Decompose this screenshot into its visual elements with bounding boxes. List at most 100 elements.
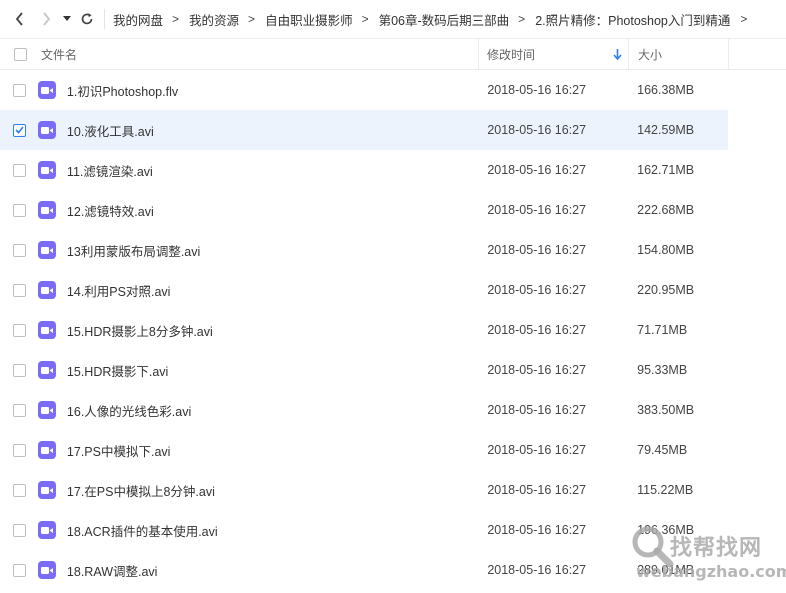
file-name[interactable]: 17.在PS中模拟上8分钟.avi (67, 481, 478, 500)
file-row[interactable]: 18.RAW调整.avi 2018-05-16 16:27 289.01MB (0, 550, 728, 590)
file-row[interactable]: 17.在PS中模拟上8分钟.avi 2018-05-16 16:27 115.2… (0, 470, 728, 510)
row-checkbox[interactable] (13, 123, 27, 137)
breadcrumb-separator: > (518, 12, 526, 26)
row-checkbox[interactable] (13, 483, 27, 497)
sort-descending-icon (613, 48, 622, 60)
chevron-right-icon (43, 12, 51, 26)
row-checkbox[interactable] (13, 563, 27, 577)
breadcrumb-item-current[interactable]: 2.照片精修：Photoshop入门到精通 (535, 10, 730, 29)
file-name[interactable]: 16.人像的光线色彩.avi (67, 401, 478, 420)
row-checkbox[interactable] (13, 83, 27, 97)
file-name[interactable]: 15.HDR摄影上8分多钟.avi (67, 321, 478, 340)
file-modified: 2018-05-16 16:27 (487, 483, 587, 497)
row-checkbox[interactable] (13, 363, 27, 377)
toolbar: 我的网盘 > 我的资源 > 自由职业摄影师 > 第06章-数码后期三部曲 > 2… (0, 0, 786, 38)
video-file-icon (37, 401, 56, 419)
file-name[interactable]: 18.ACR插件的基本使用.avi (67, 521, 478, 540)
file-modified: 2018-05-16 16:27 (487, 123, 587, 137)
row-checkbox-cell (0, 203, 38, 217)
file-size: 383.50MB (637, 403, 695, 417)
row-checkbox[interactable] (13, 203, 27, 217)
history-dropdown-button[interactable] (58, 0, 76, 38)
file-modified: 2018-05-16 16:27 (487, 563, 587, 577)
file-name[interactable]: 1.初识Photoshop.flv (67, 81, 478, 100)
file-modified: 2018-05-16 16:27 (487, 203, 587, 217)
breadcrumb-separator: > (248, 12, 256, 26)
file-modified: 2018-05-16 16:27 (487, 443, 587, 457)
file-size: 142.59MB (637, 123, 695, 137)
file-list: 1.初识Photoshop.flv 2018-05-16 16:27 166.3… (0, 70, 786, 590)
file-modified: 2018-05-16 16:27 (487, 523, 587, 537)
file-modified: 2018-05-16 16:27 (487, 243, 587, 257)
column-header-modified-label: 修改时间 (487, 47, 536, 62)
row-checkbox-cell (0, 83, 38, 97)
file-modified: 2018-05-16 16:27 (487, 363, 587, 377)
row-checkbox[interactable] (13, 523, 27, 537)
file-size: 196.36MB (637, 523, 695, 537)
file-name[interactable]: 18.RAW调整.avi (67, 561, 478, 580)
breadcrumb-item[interactable]: 第06章-数码后期三部曲 (379, 10, 510, 29)
select-all-column (0, 39, 38, 69)
file-modified: 2018-05-16 16:27 (487, 403, 587, 417)
file-modified: 2018-05-16 16:27 (487, 83, 587, 97)
video-file-icon (37, 161, 56, 179)
column-header-modified[interactable]: 修改时间 (479, 39, 629, 69)
file-row[interactable]: 14.利用PS对照.avi 2018-05-16 16:27 220.95MB (0, 270, 728, 310)
chevron-left-icon (15, 12, 23, 26)
file-row[interactable]: 11.滤镜渲染.avi 2018-05-16 16:27 162.71MB (0, 150, 728, 190)
column-header-size[interactable]: 大小 (629, 39, 729, 69)
breadcrumb-item[interactable]: 我的网盘 (113, 10, 163, 29)
column-header-size-label: 大小 (638, 47, 663, 62)
file-row[interactable]: 13利用蒙版布局调整.avi 2018-05-16 16:27 154.80MB (0, 230, 728, 270)
file-size: 95.33MB (637, 363, 688, 377)
row-checkbox-cell (0, 523, 38, 537)
file-row[interactable]: 10.液化工具.avi 2018-05-16 16:27 142.59MB (0, 110, 728, 150)
file-name[interactable]: 10.液化工具.avi (67, 121, 478, 140)
file-name[interactable]: 15.HDR摄影下.avi (67, 361, 478, 380)
video-file-icon (37, 201, 56, 219)
row-checkbox-cell (0, 563, 38, 577)
video-file-icon (37, 561, 56, 579)
column-header-name[interactable]: 文件名 (38, 39, 479, 69)
row-checkbox[interactable] (13, 243, 27, 257)
row-checkbox-cell (0, 283, 38, 297)
file-name[interactable]: 13利用蒙版布局调整.avi (67, 241, 478, 260)
video-file-icon (37, 81, 56, 99)
breadcrumb: 我的网盘 > 我的资源 > 自由职业摄影师 > 第06章-数码后期三部曲 > 2… (113, 10, 747, 29)
video-file-icon (37, 481, 56, 499)
breadcrumb-item[interactable]: 我的资源 (189, 10, 239, 29)
file-row[interactable]: 15.HDR摄影上8分多钟.avi 2018-05-16 16:27 71.71… (0, 310, 728, 350)
row-checkbox[interactable] (13, 163, 27, 177)
file-size: 166.38MB (637, 83, 695, 97)
file-row[interactable]: 12.滤镜特效.avi 2018-05-16 16:27 222.68MB (0, 190, 728, 230)
back-button[interactable] (8, 0, 32, 38)
file-row[interactable]: 17.PS中模拟下.avi 2018-05-16 16:27 79.45MB (0, 430, 728, 470)
row-checkbox[interactable] (13, 403, 27, 417)
file-size: 162.71MB (637, 163, 695, 177)
row-checkbox[interactable] (13, 283, 27, 297)
breadcrumb-item[interactable]: 自由职业摄影师 (265, 10, 353, 29)
forward-button[interactable] (34, 0, 58, 38)
breadcrumb-more-button[interactable]: > (740, 12, 747, 26)
file-row[interactable]: 1.初识Photoshop.flv 2018-05-16 16:27 166.3… (0, 70, 728, 110)
breadcrumb-separator: > (172, 12, 180, 26)
file-row[interactable]: 16.人像的光线色彩.avi 2018-05-16 16:27 383.50MB (0, 390, 728, 430)
file-name[interactable]: 17.PS中模拟下.avi (67, 441, 478, 460)
video-file-icon (37, 121, 56, 139)
file-name[interactable]: 12.滤镜特效.avi (67, 201, 478, 220)
video-file-icon (37, 281, 56, 299)
checkmark-icon (15, 126, 25, 134)
video-file-icon (37, 441, 56, 459)
file-name[interactable]: 14.利用PS对照.avi (67, 281, 478, 300)
row-checkbox[interactable] (13, 323, 27, 337)
file-modified: 2018-05-16 16:27 (487, 283, 587, 297)
row-checkbox[interactable] (13, 443, 27, 457)
select-all-checkbox[interactable] (13, 47, 27, 61)
file-size: 154.80MB (637, 243, 695, 257)
file-size: 115.22MB (637, 483, 694, 497)
video-file-icon (37, 241, 56, 259)
refresh-button[interactable] (76, 0, 98, 38)
file-row[interactable]: 15.HDR摄影下.avi 2018-05-16 16:27 95.33MB (0, 350, 728, 390)
file-name[interactable]: 11.滤镜渲染.avi (67, 161, 478, 180)
file-row[interactable]: 18.ACR插件的基本使用.avi 2018-05-16 16:27 196.3… (0, 510, 728, 550)
